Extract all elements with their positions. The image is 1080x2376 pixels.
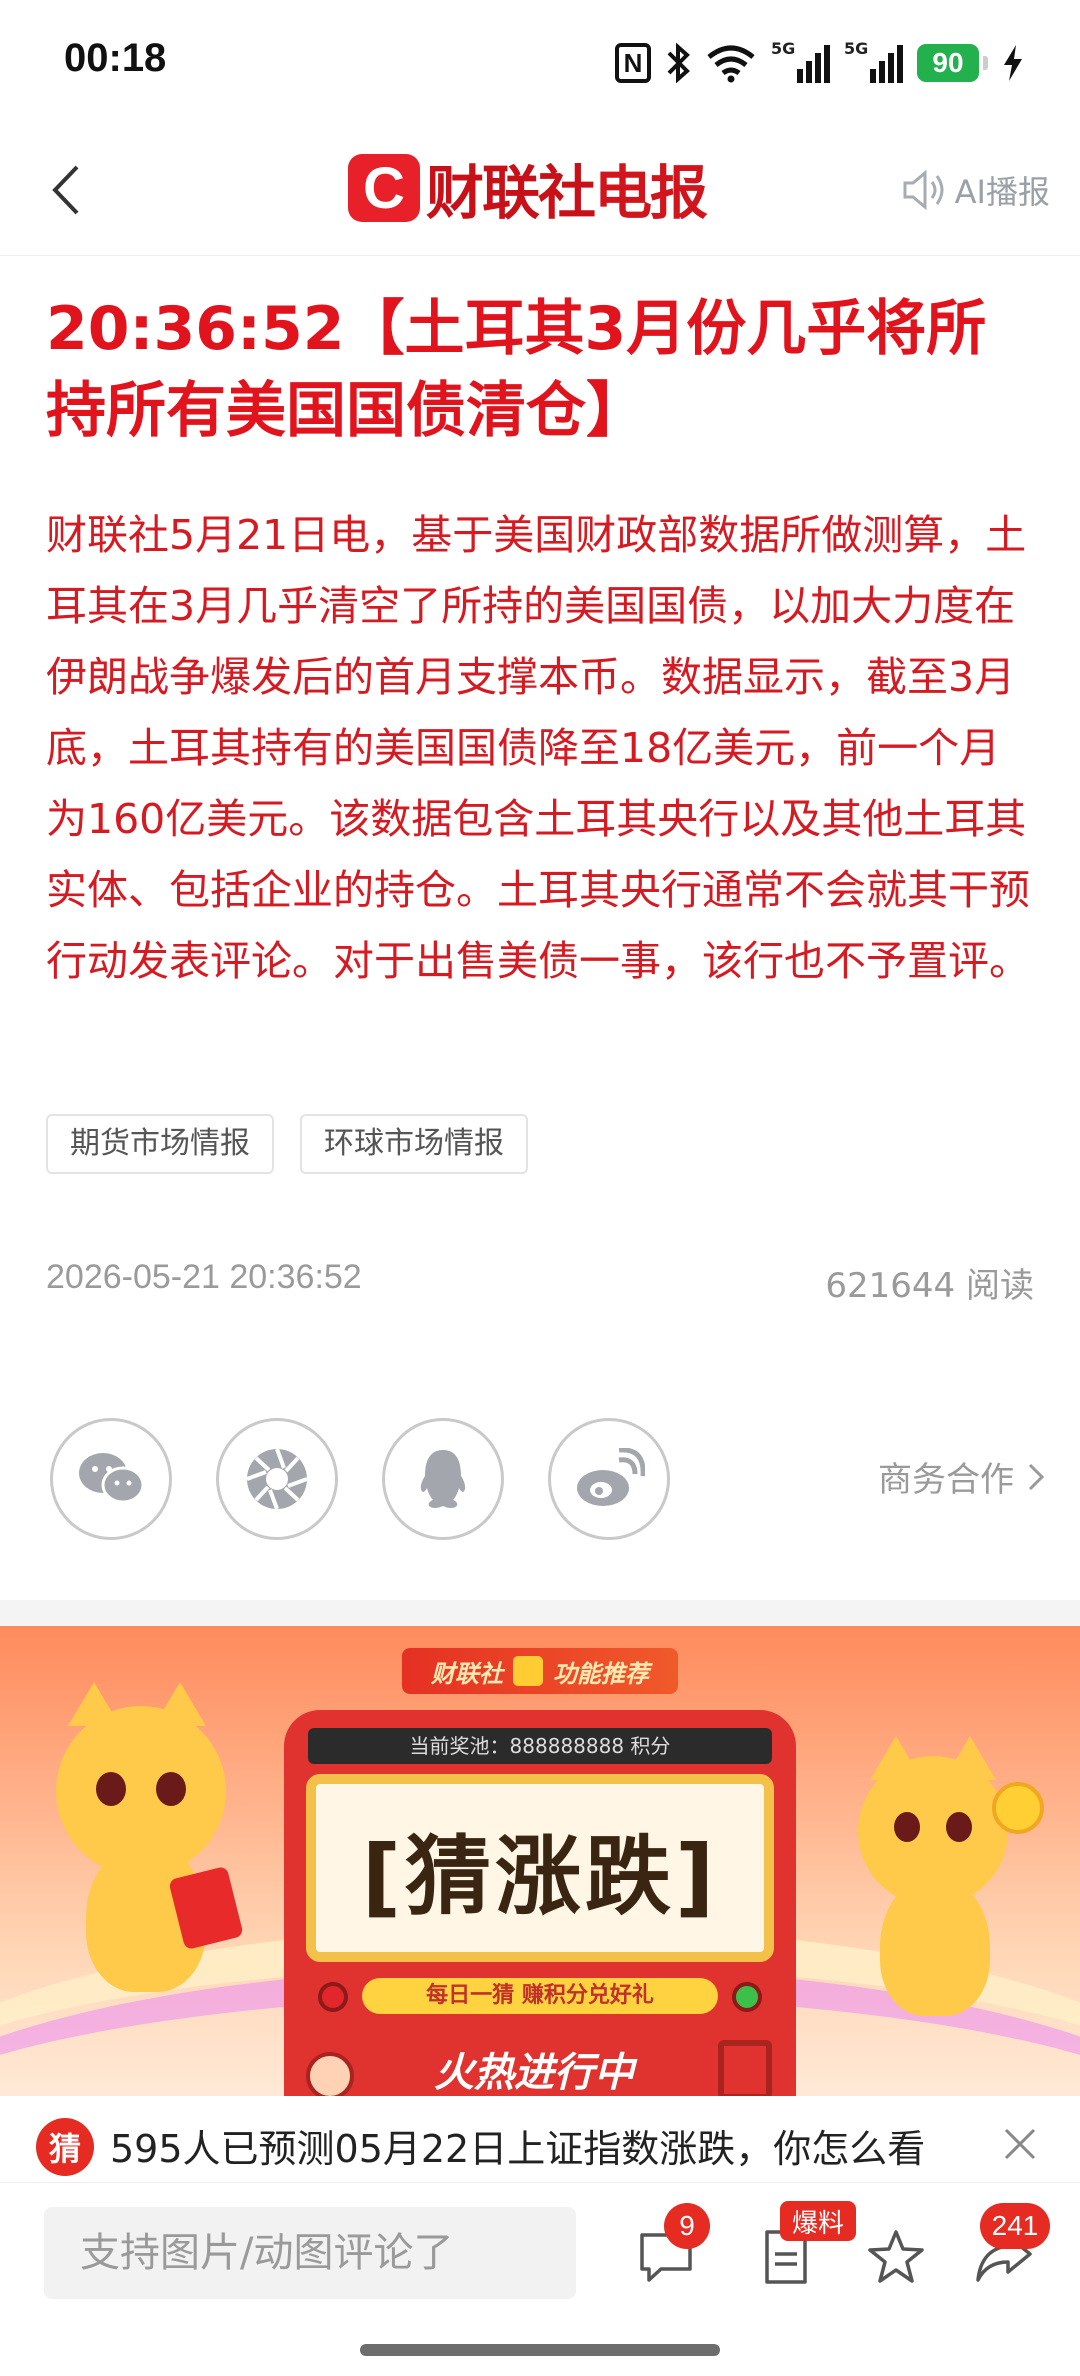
guess-badge: 猜 xyxy=(36,2118,94,2176)
comment-input[interactable] xyxy=(44,2207,576,2299)
share-weibo-button[interactable] xyxy=(548,1418,670,1540)
coin-slot xyxy=(306,2052,354,2096)
article-title: 20:36:52【土耳其3月份几乎将所持所有美国国债清仓】 xyxy=(46,294,987,446)
business-cooperation-label: 商务合作 xyxy=(878,1460,1014,1500)
section-divider xyxy=(0,1600,1080,1626)
business-cooperation-link[interactable]: 商务合作 xyxy=(878,1452,1044,1501)
bottom-action-bar: 9 爆料 241 xyxy=(0,2182,1080,2328)
tip-off-badge: 爆料 xyxy=(780,2201,857,2241)
coin-icon xyxy=(992,1782,1044,1834)
favorite-button[interactable] xyxy=(864,2225,928,2289)
guess-machine: 当前奖池：888888888 积分 [猜涨跌] 每日一猜 赚积分兑好礼 火热进行… xyxy=(284,1710,796,2096)
wechat-icon xyxy=(79,1453,145,1504)
nfc-icon: N xyxy=(615,43,651,83)
chevron-left-icon xyxy=(52,165,79,215)
weibo-icon xyxy=(577,1448,645,1506)
speaker-icon xyxy=(903,169,944,211)
feature-recommend-badge: 财联社 功能推荐 xyxy=(402,1648,678,1694)
moments-icon xyxy=(246,1448,308,1510)
status-icons: N 5G 5G 90 xyxy=(615,38,1024,88)
prediction-text: 595人已预测05月22日上证指数涨跌，你怎么看 xyxy=(110,2127,926,2171)
comment-count-badge: 9 xyxy=(664,2203,710,2249)
close-button[interactable] xyxy=(992,2116,1048,2172)
red-button xyxy=(318,1982,348,2012)
share-moments-button[interactable] xyxy=(216,1418,338,1540)
hot-in-progress: 火热进行中 xyxy=(434,2050,634,2096)
back-button[interactable] xyxy=(36,150,96,230)
cellular-signal-2-icon: 5G xyxy=(844,39,903,83)
battery-tip xyxy=(983,56,988,70)
home-indicator[interactable] xyxy=(360,2344,720,2356)
prediction-bar[interactable]: 猜 595人已预测05月22日上证指数涨跌，你怎么看 xyxy=(0,2096,1080,2182)
wifi-icon xyxy=(705,41,757,85)
bluetooth-icon xyxy=(665,41,691,85)
share-row xyxy=(50,1418,670,1540)
star-icon xyxy=(868,2230,924,2283)
cls-telegraph-logo: C 财联社电报 xyxy=(348,150,708,227)
chevron-right-icon xyxy=(1028,1463,1044,1490)
status-time: 00:18 xyxy=(64,36,167,80)
prize-slot xyxy=(718,2040,772,2096)
logo-mark: C xyxy=(348,154,420,222)
guess-game-banner[interactable]: 财联社 功能推荐 当前奖池：888888888 积分 [猜涨跌] 每日一猜 赚积… xyxy=(0,1626,1080,2096)
charging-icon xyxy=(1002,41,1024,85)
logo-text: 财联社电报 xyxy=(426,159,708,227)
prize-pool-display: 当前奖池：888888888 积分 xyxy=(308,1728,772,1764)
battery-indicator: 90 xyxy=(917,44,979,82)
header: C 财联社电报 AI播报 xyxy=(0,120,1080,256)
gift-icon xyxy=(513,1656,543,1686)
tag-global-market[interactable]: 环球市场情报 xyxy=(300,1114,528,1174)
ai-broadcast-label: AI播报 xyxy=(954,173,1050,211)
cellular-signal-1-icon: 5G xyxy=(771,39,830,83)
share-qq-button[interactable] xyxy=(382,1418,504,1540)
status-bar: 00:18 N 5G 5G 90 xyxy=(0,0,1080,120)
article-body: 财联社5月21日电，基于美国财政部数据所做测算，土耳其在3月几乎清空了所持的美国… xyxy=(46,511,1030,985)
ai-broadcast-button[interactable]: AI播报 xyxy=(901,160,1050,220)
read-count: 621644 阅读 xyxy=(825,1266,1034,1306)
publish-datetime: 2026-05-21 20:36:52 xyxy=(46,1258,362,1296)
guess-game-title: [猜涨跌] xyxy=(306,1774,774,1962)
green-button xyxy=(732,1982,762,2012)
daily-guess-pill: 每日一猜 赚积分兑好礼 xyxy=(362,1978,718,2014)
share-count-badge: 241 xyxy=(980,2203,1050,2249)
close-icon xyxy=(1004,2128,1036,2160)
tag-futures-market[interactable]: 期货市场情报 xyxy=(46,1114,274,1174)
share-wechat-button[interactable] xyxy=(50,1418,172,1540)
tag-list: 期货市场情报 环球市场情报 xyxy=(46,1114,528,1174)
qq-icon xyxy=(420,1450,466,1508)
